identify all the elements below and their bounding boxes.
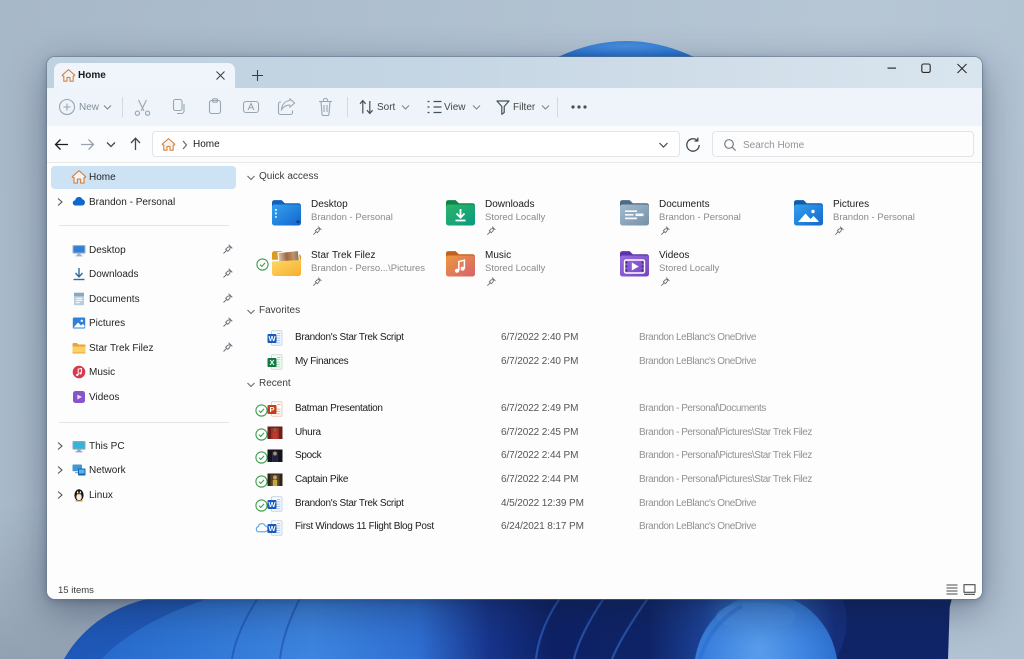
svg-text:P: P xyxy=(269,405,274,414)
svg-text:W: W xyxy=(268,524,276,533)
svg-text:X: X xyxy=(269,358,274,367)
svg-text:W: W xyxy=(268,500,276,509)
svg-text:W: W xyxy=(268,334,276,343)
